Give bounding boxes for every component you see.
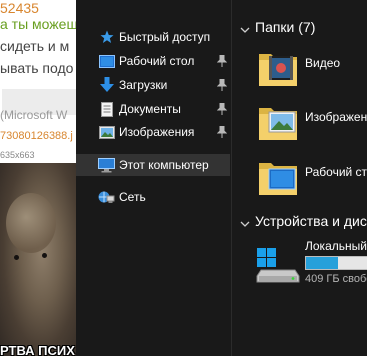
nav-item-documents[interactable]: Документы [76, 98, 230, 120]
drive-usage-fill [306, 257, 339, 269]
greentext-line: а ты можеш [0, 16, 76, 32]
post-text-line: сидеть и м [0, 38, 70, 54]
nav-item-label: Рабочий стол [119, 54, 195, 68]
pin-icon[interactable] [216, 125, 228, 139]
devices-section-title: Устройства и диски [255, 213, 367, 229]
post-number: 52435 [0, 0, 39, 16]
navigation-pane: Быстрый доступ Рабочий стол Загрузки Док… [76, 0, 232, 356]
drive-free-space: 409 ГБ свободно [305, 273, 367, 285]
nav-item-images[interactable]: Изображения [76, 121, 230, 143]
folder-desktop[interactable]: Рабочий стол [255, 155, 367, 205]
picture-icon [98, 124, 115, 140]
nav-item-downloads[interactable]: Загрузки [76, 74, 230, 96]
windows-drive-icon [255, 246, 301, 284]
pin-icon[interactable] [216, 78, 228, 92]
download-arrow-icon [98, 77, 115, 93]
image-resolution: 635x663 [0, 150, 35, 160]
folder-label: Видео [305, 56, 341, 70]
desktop-folder-icon [255, 155, 301, 201]
folder-label: Изображения [305, 110, 367, 124]
computer-icon [98, 157, 115, 173]
folders-section-title: Папки (7) [255, 19, 316, 35]
document-icon [98, 101, 115, 117]
nav-item-this-pc[interactable]: Этот компьютер [76, 154, 230, 176]
desktop-icon [98, 53, 115, 69]
star-icon [98, 29, 115, 45]
image-filename-link[interactable]: 73080126388.j [0, 128, 73, 144]
file-explorer-window: Быстрый доступ Рабочий стол Загрузки Док… [76, 0, 367, 356]
pin-icon[interactable] [216, 102, 228, 116]
network-icon [98, 189, 115, 205]
drive-name: Локальный диск [305, 239, 367, 253]
nav-item-label: Этот компьютер [119, 158, 209, 172]
devices-section-header[interactable]: Устройства и диски [233, 212, 367, 232]
pin-icon[interactable] [216, 54, 228, 68]
chevron-down-icon[interactable] [240, 22, 250, 33]
video-folder-icon [255, 46, 301, 92]
drive-local-disk[interactable]: Локальный диск 409 ГБ свободно [255, 236, 367, 296]
photo-caption: РТВА ПСИХ [0, 343, 75, 356]
post-text-line: ывать подо [0, 60, 74, 76]
chevron-down-icon[interactable] [240, 216, 250, 227]
background-web-page: 52435 а ты можеш сидеть и м ывать подо (… [0, 0, 76, 356]
post-meta-text: (Microsoft W [0, 108, 68, 122]
nav-item-label: Документы [119, 102, 181, 116]
content-pane: Папки (7) Видео Изображен Рабочий ст Уст… [233, 0, 367, 356]
nav-item-quick-access[interactable]: Быстрый доступ [76, 26, 230, 48]
nav-item-label: Быстрый доступ [119, 30, 211, 44]
nav-item-desktop[interactable]: Рабочий стол [76, 50, 230, 72]
nav-item-label: Изображения [119, 125, 195, 139]
pictures-folder-icon [255, 100, 301, 146]
folder-images[interactable]: Изображения [255, 100, 367, 150]
folder-video[interactable]: Видео [255, 46, 367, 96]
folder-label: Рабочий стол [305, 165, 367, 179]
nav-item-label: Сеть [119, 190, 146, 204]
folders-section-header[interactable]: Папки (7) [233, 18, 367, 38]
bear-photo[interactable] [0, 163, 76, 356]
drive-usage-bar [305, 256, 367, 270]
nav-item-label: Загрузки [119, 78, 168, 92]
nav-item-network[interactable]: Сеть [76, 186, 230, 208]
